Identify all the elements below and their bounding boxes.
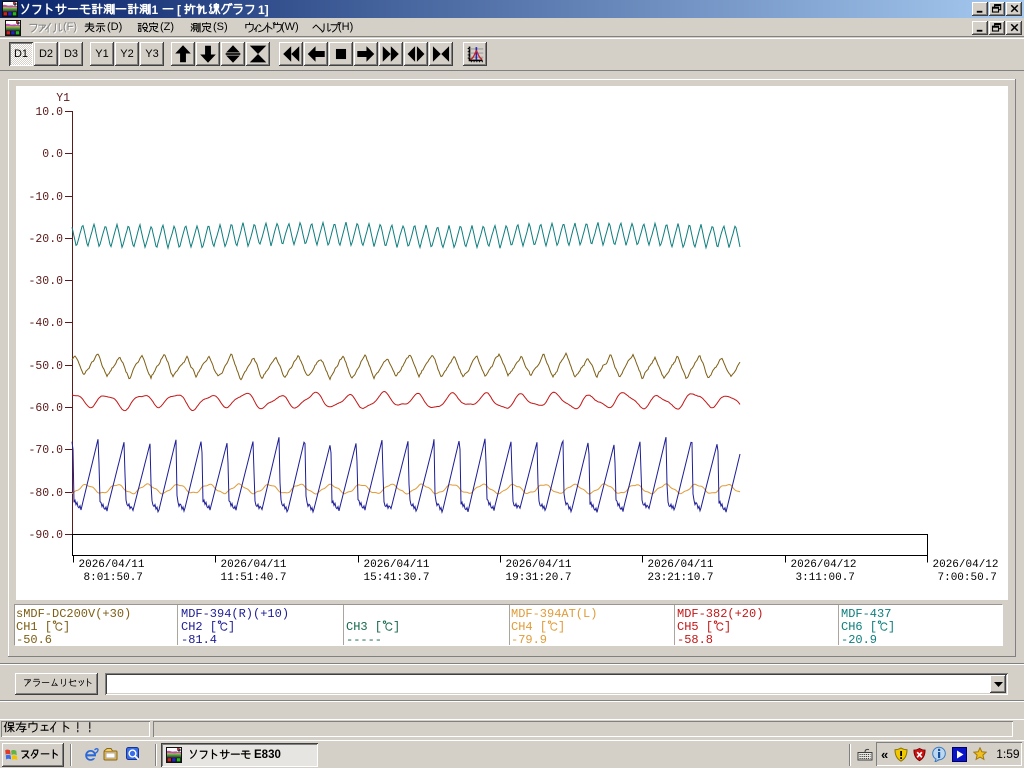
svg-text:2026/04/11: 2026/04/11 (79, 559, 145, 571)
svg-text:10.0: 10.0 (35, 106, 63, 119)
svg-text:Y1: Y1 (56, 92, 70, 105)
svg-text:7:00:50.7: 7:00:50.7 (938, 572, 997, 584)
svg-text:-40.0: -40.0 (28, 317, 63, 330)
svg-text:15:41:30.7: 15:41:30.7 (364, 572, 430, 584)
svg-text:0.0: 0.0 (42, 148, 63, 161)
svg-text:-10.0: -10.0 (28, 191, 63, 204)
svg-text:-60.0: -60.0 (28, 402, 63, 415)
svg-text:23:21:10.7: 23:21:10.7 (648, 572, 714, 584)
svg-text:-90.0: -90.0 (28, 529, 63, 542)
svg-text:2026/04/11: 2026/04/11 (221, 559, 287, 571)
svg-text:-80.0: -80.0 (28, 487, 63, 500)
svg-text:2026/04/11: 2026/04/11 (648, 559, 714, 571)
svg-text:-20.0: -20.0 (28, 233, 63, 246)
svg-text:2026/04/11: 2026/04/11 (506, 559, 572, 571)
svg-text:3:11:00.7: 3:11:00.7 (796, 572, 855, 584)
svg-text:2026/04/12: 2026/04/12 (933, 559, 999, 571)
svg-text:19:31:20.7: 19:31:20.7 (506, 572, 572, 584)
svg-text:-30.0: -30.0 (28, 275, 63, 288)
svg-text:-70.0: -70.0 (28, 444, 63, 457)
svg-text:-50.0: -50.0 (28, 360, 63, 373)
svg-text:2026/04/11: 2026/04/11 (364, 559, 430, 571)
svg-text:11:51:40.7: 11:51:40.7 (221, 572, 287, 584)
svg-text:8:01:50.7: 8:01:50.7 (84, 572, 143, 584)
svg-text:2026/04/12: 2026/04/12 (791, 559, 857, 571)
